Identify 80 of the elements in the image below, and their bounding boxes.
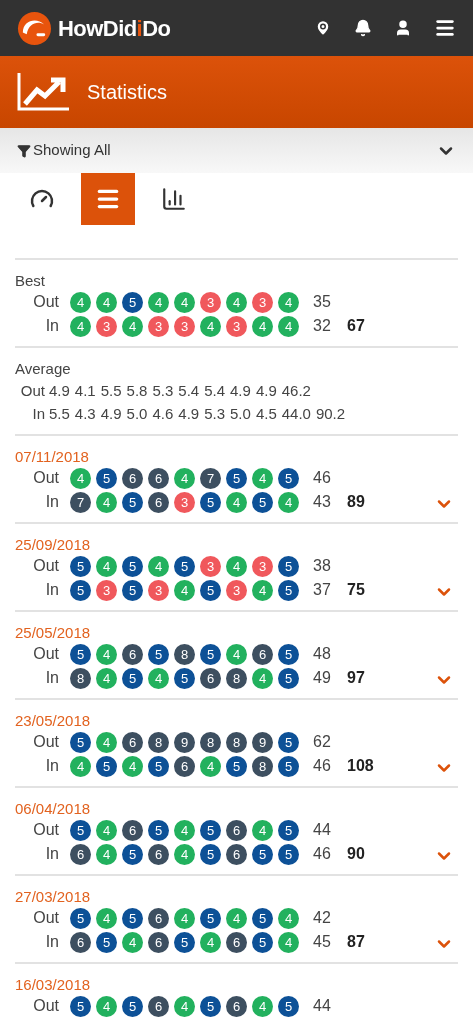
average-value: 44.0 bbox=[281, 404, 311, 425]
row-label: Out bbox=[32, 910, 59, 926]
average-value: 5.3 bbox=[204, 404, 225, 425]
average-value: 4.1 bbox=[74, 381, 96, 402]
round-date: 23/05/2018 bbox=[15, 711, 92, 730]
filter-bar[interactable]: Showing All bbox=[0, 128, 473, 173]
row-label: In bbox=[31, 404, 45, 425]
notifications-button[interactable] bbox=[354, 19, 372, 37]
nine-total: 46 bbox=[313, 846, 332, 862]
nine-total: 46 bbox=[313, 758, 332, 774]
row-label: In bbox=[44, 758, 59, 774]
nine-total: 37 bbox=[313, 582, 332, 598]
average-value: 4.9 bbox=[49, 381, 70, 402]
average-value: 4.6 bbox=[152, 404, 174, 425]
average-value: 4.9 bbox=[255, 381, 277, 402]
row-label: In bbox=[44, 934, 59, 950]
logo-icon bbox=[17, 10, 52, 46]
row-label: Out bbox=[32, 294, 59, 310]
row-label: Out bbox=[32, 822, 59, 838]
round-total: 67 bbox=[347, 318, 365, 334]
nine-total: 62 bbox=[313, 734, 332, 750]
section-title: Average bbox=[15, 359, 72, 379]
nine-total: 35 bbox=[313, 294, 332, 310]
average-value: 5.0 bbox=[126, 404, 148, 425]
row-label: Out bbox=[19, 381, 45, 402]
average-value: 5.5 bbox=[100, 381, 122, 402]
round-total: 87 bbox=[347, 934, 365, 950]
average-value: 4.3 bbox=[74, 404, 96, 425]
row-label: In bbox=[44, 670, 59, 686]
nine-total: 44 bbox=[313, 998, 332, 1014]
nine-total: 32 bbox=[313, 318, 332, 334]
page-title: Statistics bbox=[87, 80, 168, 105]
bar-chart-icon bbox=[161, 186, 187, 212]
round-total: 89 bbox=[347, 494, 365, 510]
average-value: 46.2 bbox=[281, 381, 311, 402]
location-button[interactable] bbox=[314, 19, 332, 37]
average-value: 5.0 bbox=[230, 404, 251, 425]
average-value: 5.8 bbox=[126, 381, 148, 402]
logo-text: HowDidiDo bbox=[58, 14, 171, 43]
average-value: 4.9 bbox=[178, 404, 200, 425]
round-total: 97 bbox=[347, 670, 365, 686]
menu-button[interactable] bbox=[434, 17, 456, 39]
nine-total: 42 bbox=[313, 910, 332, 926]
nine-total: 48 bbox=[313, 646, 332, 662]
round-date: 27/03/2018 bbox=[15, 887, 92, 906]
row-label: In bbox=[44, 318, 59, 334]
row-label: Out bbox=[32, 558, 59, 574]
row-label: Out bbox=[32, 646, 59, 662]
round-date: 06/04/2018 bbox=[15, 799, 92, 818]
round-date: 16/03/2018 bbox=[15, 975, 92, 994]
nine-total: 38 bbox=[313, 558, 332, 574]
filter-icon bbox=[17, 143, 31, 158]
trend-chart-icon bbox=[17, 72, 70, 112]
account-button[interactable] bbox=[394, 19, 412, 37]
average-value: 5.4 bbox=[178, 381, 200, 402]
average-value: 5.4 bbox=[204, 381, 225, 402]
round-date: 25/05/2018 bbox=[15, 623, 92, 642]
row-label: In bbox=[44, 846, 59, 862]
row-label: Out bbox=[32, 734, 59, 750]
round-date: 07/11/2018 bbox=[15, 447, 90, 466]
average-value: 5.5 bbox=[49, 404, 70, 425]
average-value: 4.5 bbox=[255, 404, 277, 425]
row-label: Out bbox=[32, 998, 59, 1014]
round-total: 108 bbox=[347, 758, 374, 774]
nine-total: 43 bbox=[313, 494, 332, 510]
round-total: 75 bbox=[347, 582, 365, 598]
average-value: 4.9 bbox=[230, 381, 251, 402]
average-value: 90.2 bbox=[315, 404, 346, 425]
average-value: 5.3 bbox=[152, 381, 174, 402]
row-label: In bbox=[44, 582, 59, 598]
nine-total: 46 bbox=[313, 470, 332, 486]
round-date: 25/09/2018 bbox=[15, 535, 92, 554]
row-label: In bbox=[44, 494, 59, 510]
nine-total: 44 bbox=[313, 822, 332, 838]
average-value: 4.9 bbox=[100, 404, 122, 425]
row-label: Out bbox=[32, 470, 59, 486]
nine-total: 49 bbox=[313, 670, 332, 686]
round-total: 90 bbox=[347, 846, 365, 862]
nine-total: 45 bbox=[313, 934, 332, 950]
section-title: Best bbox=[15, 271, 46, 290]
